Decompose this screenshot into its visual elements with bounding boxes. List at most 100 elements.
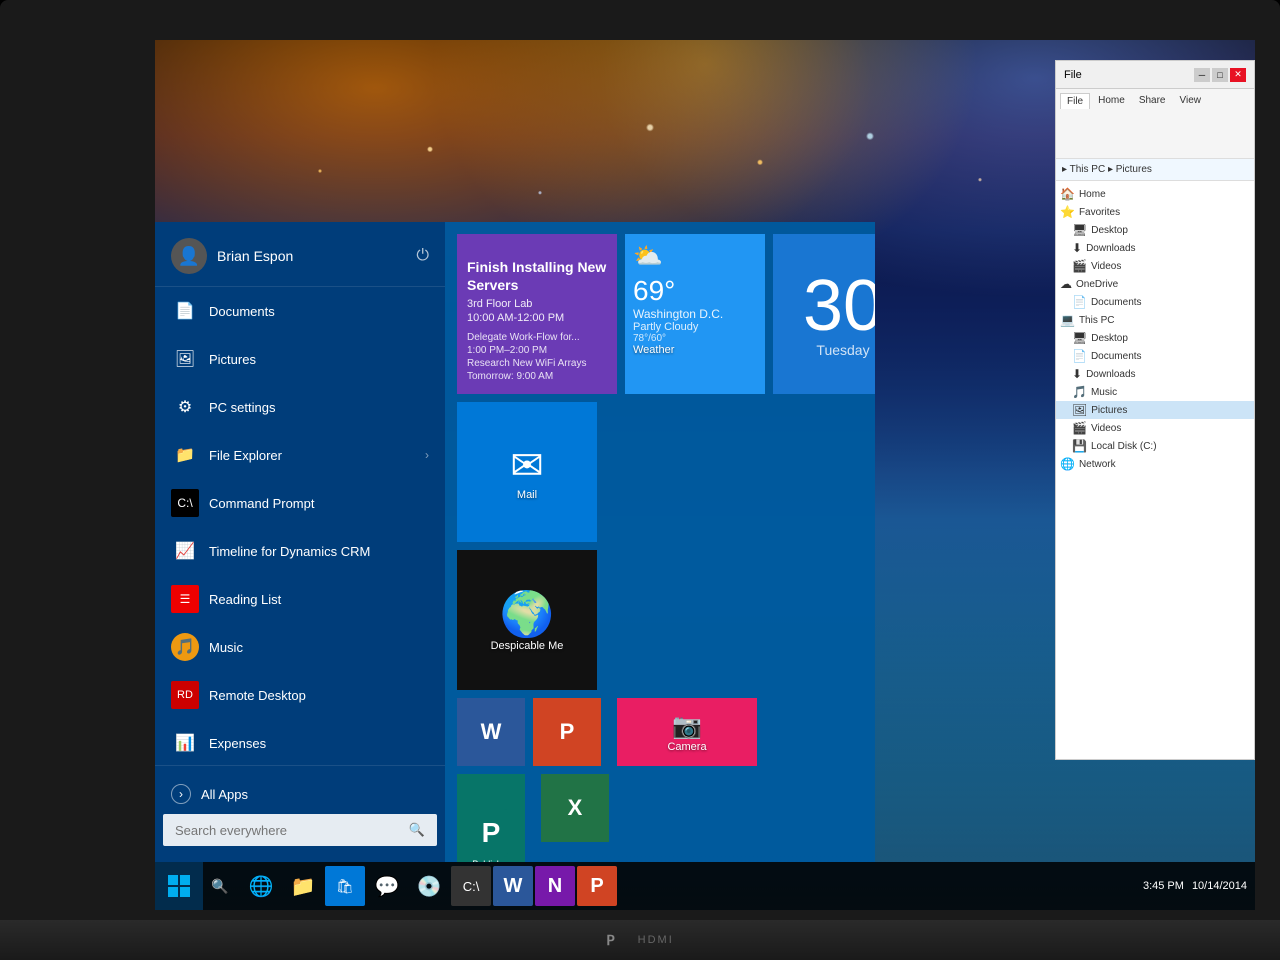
nav-item-reading-list[interactable]: ☰ Reading List: [155, 575, 445, 623]
movie-icon: 🌍: [500, 588, 555, 640]
close-button[interactable]: ✕: [1230, 68, 1246, 82]
pc-settings-icon: ⚙: [171, 393, 199, 421]
fe-item-downloads2[interactable]: ⬇Downloads: [1056, 365, 1254, 383]
fe-item-favorites[interactable]: ⭐Favorites: [1056, 203, 1254, 221]
nav-label-remote-desktop: Remote Desktop: [209, 688, 306, 703]
monitor-bottom-bar: 𝖯 HDMI: [0, 920, 1280, 960]
camera-icon: 📷: [672, 712, 702, 741]
nav-item-music[interactable]: 🎵 Music: [155, 623, 445, 671]
reading-list-icon: ☰: [171, 585, 199, 613]
fe-item-videos[interactable]: 🎬Videos: [1056, 257, 1254, 275]
publisher-icon: P: [474, 809, 509, 857]
taskbar-store[interactable]: 🛍: [325, 866, 365, 906]
window-controls: ─ □ ✕: [1194, 68, 1246, 82]
fe-item-videos2[interactable]: 🎬Videos: [1056, 419, 1254, 437]
tiles-row-5: P Publisher 2013 X: [457, 774, 863, 862]
nav-items-list: 📄 Documents 🖼 Pictures ⚙ PC settings 📁 F…: [155, 287, 445, 765]
nav-label-expenses: Expenses: [209, 736, 266, 751]
nav-item-documents[interactable]: 📄 Documents: [155, 287, 445, 335]
taskbar-word[interactable]: W: [493, 866, 533, 906]
tab-share[interactable]: Share: [1133, 93, 1172, 109]
file-explorer-titlebar: File ─ □ ✕: [1056, 61, 1254, 89]
taskbar-file-explorer[interactable]: 📁: [283, 866, 323, 906]
taskbar-ppt[interactable]: P: [577, 866, 617, 906]
nav-label-music: Music: [209, 640, 243, 655]
nav-label-pc-settings: PC settings: [209, 400, 275, 415]
tiles-panel: Finish Installing New Servers 3rd Floor …: [445, 222, 875, 862]
tiles-row-3: 🌍 Despicable Me: [457, 550, 863, 690]
tile-powerpoint[interactable]: P: [533, 698, 601, 766]
tile-camera[interactable]: 📷 Camera: [617, 698, 757, 766]
tile-word[interactable]: W: [457, 698, 525, 766]
tile-calendar-tasks[interactable]: Finish Installing New Servers 3rd Floor …: [457, 234, 617, 394]
fe-item-desktop2[interactable]: 🖥Desktop: [1056, 329, 1254, 347]
fe-item-pictures[interactable]: 🖼Pictures: [1056, 401, 1254, 419]
win-logo-bl: [168, 887, 178, 897]
ppt-icon: P: [560, 719, 575, 745]
nav-item-remote-desktop[interactable]: RD Remote Desktop: [155, 671, 445, 719]
task-location: 3rd Floor Lab: [467, 298, 607, 310]
tab-view[interactable]: View: [1174, 93, 1208, 109]
monitor-hdmi-label: HDMI: [638, 934, 674, 946]
tiles-row-4: W P 📷 Camera: [457, 698, 863, 766]
tile-movie[interactable]: 🌍 Despicable Me: [457, 550, 597, 690]
nav-item-pictures[interactable]: 🖼 Pictures: [155, 335, 445, 383]
fe-item-network[interactable]: 🌐Network: [1056, 455, 1254, 473]
all-apps-button[interactable]: › All Apps: [155, 774, 445, 814]
word-icon: W: [481, 719, 502, 745]
tile-publisher[interactable]: P Publisher 2013: [457, 774, 525, 862]
publisher-label: Publisher 2013: [465, 859, 517, 862]
system-tray-date: 10/14/2014: [1192, 880, 1247, 892]
fe-item-onedrive[interactable]: ☁OneDrive: [1056, 275, 1254, 293]
tile-excel[interactable]: X: [541, 774, 609, 842]
search-bar: 🔍: [163, 814, 437, 846]
taskbar-setup[interactable]: 💿: [409, 866, 449, 906]
windows-logo: [168, 875, 190, 897]
nav-item-timeline-crm[interactable]: 📈 Timeline for Dynamics CRM: [155, 527, 445, 575]
excel-icon: X: [568, 795, 583, 821]
nav-item-file-explorer[interactable]: 📁 File Explorer ›: [155, 431, 445, 479]
taskbar-onenote[interactable]: N: [535, 866, 575, 906]
fe-item-local-disk[interactable]: 💾Local Disk (C:): [1056, 437, 1254, 455]
fe-item-downloads[interactable]: ⬇Downloads: [1056, 239, 1254, 257]
minimize-button[interactable]: ─: [1194, 68, 1210, 82]
weather-condition: Partly Cloudy: [633, 321, 757, 333]
fe-item-desktop[interactable]: 🖥Desktop: [1056, 221, 1254, 239]
nav-item-command-prompt[interactable]: C:\ Command Prompt: [155, 479, 445, 527]
start-button[interactable]: [155, 862, 203, 910]
file-explorer-title: File: [1064, 69, 1082, 81]
win-logo-tl: [168, 875, 178, 885]
fe-item-home[interactable]: 🏠Home: [1056, 185, 1254, 203]
all-apps-label: All Apps: [201, 787, 248, 802]
tab-file[interactable]: File: [1060, 93, 1090, 109]
nav-item-expenses[interactable]: 📊 Expenses: [155, 719, 445, 765]
task-time: 10:00 AM-12:00 PM: [467, 312, 607, 324]
taskbar-ie[interactable]: 🌐: [241, 866, 281, 906]
weather-city: Washington D.C.: [633, 307, 757, 321]
system-tray-time: 3:45 PM: [1143, 880, 1184, 892]
address-bar[interactable]: ▸ This PC ▸ Pictures: [1056, 159, 1254, 181]
tile-calendar-number[interactable]: 30 Tuesday: [773, 234, 875, 394]
task-title: Finish Installing New Servers: [467, 258, 607, 294]
fe-item-this-pc[interactable]: 💻This PC: [1056, 311, 1254, 329]
task-item-1-time: 1:00 PM–2:00 PM: [467, 345, 607, 356]
pictures-icon: 🖼: [171, 345, 199, 373]
fe-item-documents-od[interactable]: 📄Documents: [1056, 293, 1254, 311]
system-tray: 3:45 PM 10/14/2014: [1143, 880, 1255, 892]
timeline-crm-icon: 📈: [171, 537, 199, 565]
nav-item-pc-settings[interactable]: ⚙ PC settings: [155, 383, 445, 431]
tile-weather[interactable]: ⛅ 69° Washington D.C. Partly Cloudy 78°/…: [625, 234, 765, 394]
user-avatar: 👤: [171, 238, 207, 274]
taskbar-cmd[interactable]: C:\: [451, 866, 491, 906]
search-input[interactable]: [175, 823, 405, 838]
maximize-button[interactable]: □: [1212, 68, 1228, 82]
taskbar-skype[interactable]: 💬: [367, 866, 407, 906]
fe-item-documents2[interactable]: 📄Documents: [1056, 347, 1254, 365]
fe-item-music[interactable]: 🎵Music: [1056, 383, 1254, 401]
nav-label-file-explorer: File Explorer: [209, 448, 282, 463]
tile-mail[interactable]: ✉ Mail: [457, 402, 597, 542]
taskbar-search-button[interactable]: 🔍: [203, 862, 237, 910]
expenses-icon: 📊: [171, 729, 199, 757]
power-button[interactable]: ⏻: [416, 247, 429, 265]
tab-home[interactable]: Home: [1092, 93, 1131, 109]
